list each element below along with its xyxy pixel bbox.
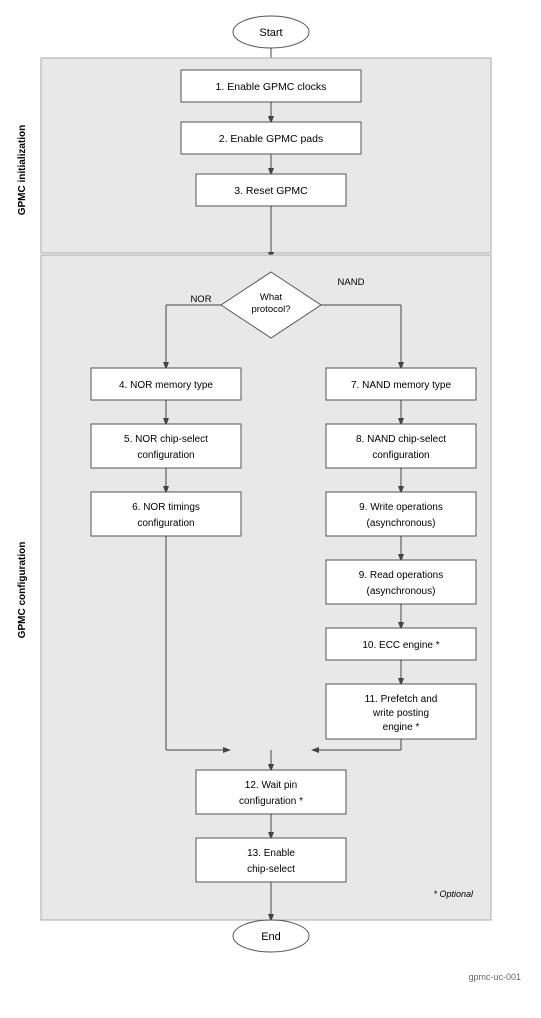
step9a-label1: 9. Write operations [359, 502, 443, 513]
start-label: Start [259, 27, 282, 39]
step10-label: 10. ECC engine * [362, 640, 439, 651]
step6-label1: 6. NOR timings [132, 502, 200, 513]
step7-label: 7. NAND memory type [350, 380, 450, 391]
step11-label3: engine * [382, 722, 419, 733]
footer-label: gpmc-uc-001 [468, 972, 521, 982]
section2-label: GPMC configuration [17, 542, 28, 639]
step5-label1: 5. NOR chip-select [124, 434, 208, 445]
diamond-label2: protocol? [251, 304, 290, 315]
step6-label2: configuration [137, 518, 194, 529]
step9b-label2: (asynchronous) [366, 586, 435, 597]
flowchart-svg: Start GPMC initialization 1. Enable GPMC… [11, 10, 531, 990]
step12-label1: 12. Wait pin [244, 780, 296, 791]
step3-label: 3. Reset GPMC [234, 185, 308, 197]
step9a-label2: (asynchronous) [366, 518, 435, 529]
step8-label1: 8. NAND chip-select [355, 434, 445, 445]
nor-label: NOR [190, 294, 211, 305]
diamond-label: What [259, 292, 282, 303]
step9b-label1: 9. Read operations [358, 570, 443, 581]
step2-label: 2. Enable GPMC pads [218, 133, 322, 145]
step1-label: 1. Enable GPMC clocks [215, 81, 326, 93]
step12-label2: configuration * [239, 796, 303, 807]
step11-label2: write posting [371, 708, 428, 719]
section1-label: GPMC initialization [17, 125, 28, 216]
end-label: End [261, 931, 281, 943]
step11-label1: 11. Prefetch and [364, 694, 437, 705]
page-container: Start GPMC initialization 1. Enable GPMC… [0, 0, 541, 1018]
step4-label: 4. NOR memory type [119, 380, 213, 391]
nand-label: NAND [337, 277, 364, 288]
step5-label2: configuration [137, 450, 194, 461]
step13-label2: chip-select [247, 864, 295, 875]
step8-label2: configuration [372, 450, 429, 461]
optional-note: * Optional [433, 889, 474, 899]
step13-label1: 13. Enable [247, 848, 295, 859]
